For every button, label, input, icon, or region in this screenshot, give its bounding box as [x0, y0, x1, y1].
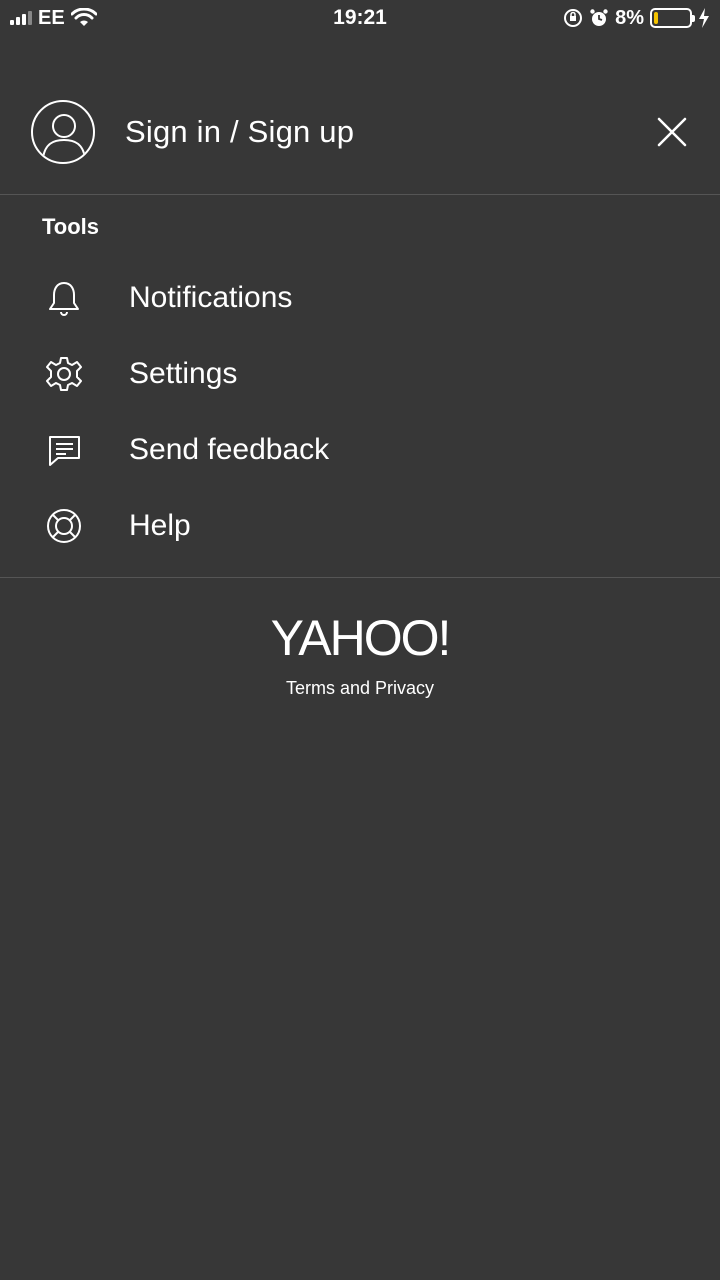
divider: [0, 577, 720, 578]
gear-icon: [44, 354, 84, 394]
close-button[interactable]: [652, 112, 692, 152]
yahoo-logo: YAHOO!: [270, 610, 452, 666]
signal-icon: [10, 11, 32, 25]
section-title-tools: Tools: [42, 214, 100, 239]
charging-bolt-icon: [699, 8, 709, 28]
feedback-icon: [44, 430, 84, 470]
divider: [0, 194, 720, 195]
terms-and-privacy-link[interactable]: Terms and Privacy: [0, 678, 720, 699]
wifi-icon: [70, 8, 97, 26]
carrier-label: EE: [38, 6, 65, 29]
menu-item-label: Send feedback: [129, 433, 330, 466]
status-left: EE: [10, 7, 97, 30]
battery-level-fill: [654, 12, 659, 24]
bell-icon: [44, 278, 84, 318]
menu-item-label: Notifications: [129, 281, 293, 314]
menu-item-settings[interactable]: Settings: [0, 336, 720, 412]
footer: YAHOO! Terms and Privacy: [0, 612, 720, 699]
user-icon: [42, 114, 86, 159]
avatar[interactable]: [31, 100, 95, 164]
close-icon: [657, 117, 687, 147]
status-bar: EE 19:21 8%: [0, 0, 720, 36]
menu-item-send-feedback[interactable]: Send feedback: [0, 412, 720, 488]
rotation-lock-icon: [564, 9, 583, 27]
menu-item-label: Settings: [129, 357, 238, 390]
menu-item-notifications[interactable]: Notifications: [0, 260, 720, 336]
menu-item-help[interactable]: Help: [0, 488, 720, 564]
signin-link[interactable]: Sign in / Sign up: [125, 114, 354, 150]
battery-percent: 8%: [615, 6, 644, 29]
battery-icon: [650, 8, 695, 28]
alarm-icon: [590, 9, 608, 26]
lifebuoy-icon: [44, 506, 84, 546]
menu-item-label: Help: [129, 509, 191, 542]
signin-row[interactable]: Sign in / Sign up: [0, 98, 720, 168]
status-right: 8%: [563, 7, 710, 30]
